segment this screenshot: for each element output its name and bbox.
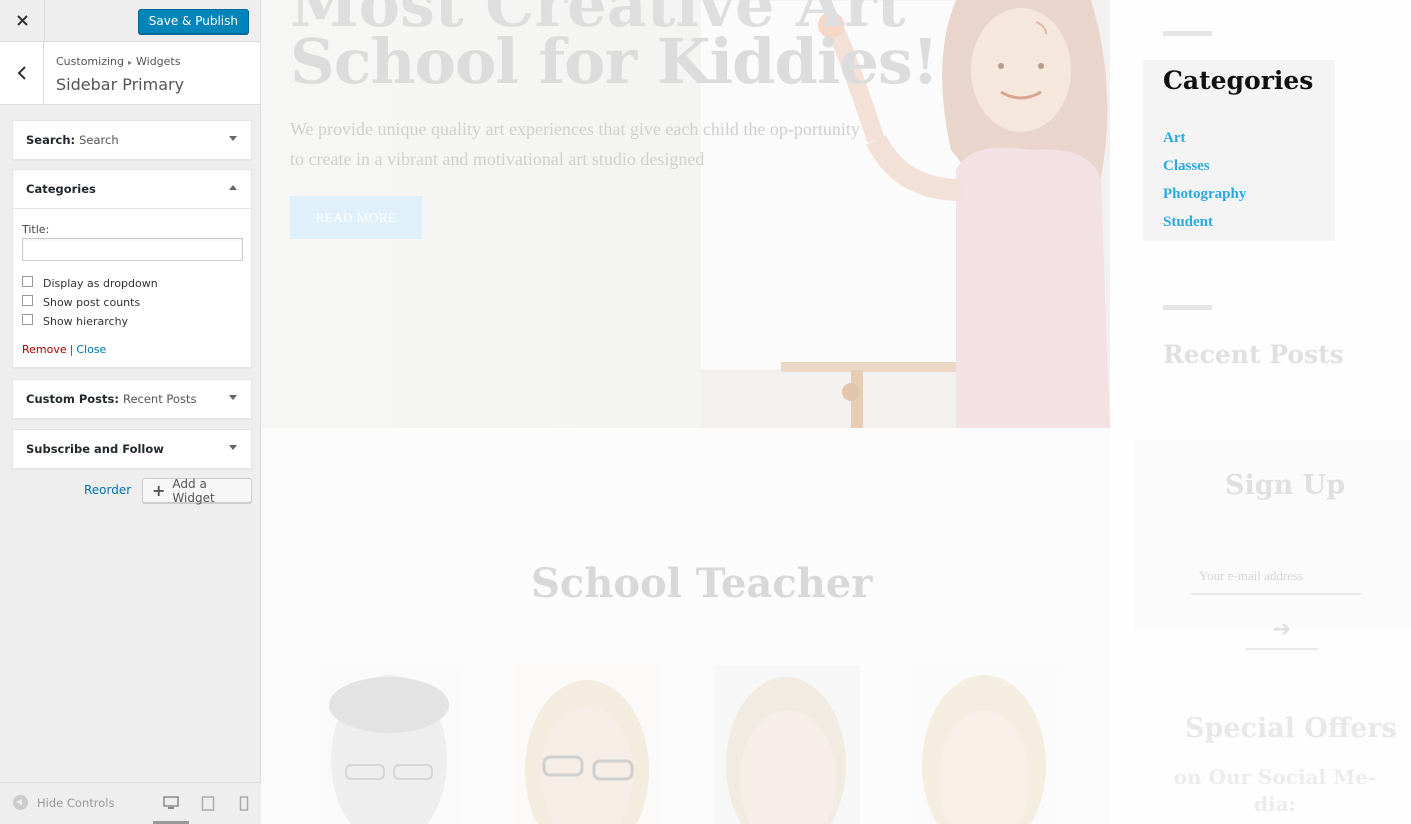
action-separator: | [69, 343, 74, 356]
plus-icon: + [152, 480, 166, 500]
category-link[interactable]: Classes [1163, 158, 1246, 186]
option-display-dropdown[interactable]: Display as dropdown [22, 274, 242, 293]
remove-link[interactable]: Remove [22, 343, 67, 356]
breadcrumb-section: Widgets [136, 55, 181, 68]
mobile-preview-button[interactable] [235, 795, 253, 811]
collapse-arrow-icon[interactable] [229, 185, 237, 190]
checkbox[interactable] [22, 314, 33, 325]
back-button[interactable] [0, 42, 44, 104]
teachers-section-title: School Teacher [531, 560, 873, 607]
breadcrumb: Customizing ▸ Widgets [56, 55, 180, 68]
teacher-photo [713, 665, 860, 824]
category-link[interactable]: Photography [1163, 186, 1246, 214]
signup-widget: Sign Up Your e-mail address ➔ [1135, 440, 1411, 650]
title-input[interactable] [22, 238, 243, 261]
expand-arrow-icon[interactable] [229, 445, 237, 450]
widget-subscribe-follow[interactable]: Subscribe and Follow [12, 429, 252, 469]
recent-posts-title: Recent Posts [1163, 340, 1344, 369]
preview-sidebar: Categories Art Classes Photography Stude… [1110, 0, 1411, 824]
teacher-photo [911, 665, 1058, 824]
options-list: Display as dropdown Show post counts Sho… [22, 274, 242, 331]
widget-search[interactable]: Search: Search [12, 120, 252, 160]
read-more-button[interactable]: READ MORE [290, 196, 422, 239]
widget-actions: Remove | Close [22, 343, 106, 356]
widget-header[interactable]: Search: Search [13, 121, 251, 159]
collapse-arrow-icon [13, 795, 28, 810]
tablet-icon [201, 795, 215, 811]
desktop-preview-button[interactable] [162, 795, 180, 811]
close-customizer-button[interactable] [0, 0, 45, 41]
option-show-post-counts[interactable]: Show post counts [22, 293, 242, 312]
expand-arrow-icon[interactable] [229, 136, 237, 141]
option-show-hierarchy[interactable]: Show hierarchy [22, 312, 242, 331]
close-icon [16, 15, 28, 26]
hero-text: We provide unique quality art experience… [290, 119, 860, 169]
widget-name: Subscribe and Follow [26, 442, 164, 456]
teacher-photo [514, 665, 661, 824]
widget-subtitle: Search [79, 133, 119, 147]
customizer-footer: Hide Controls [0, 782, 261, 824]
expand-arrow-icon[interactable] [229, 395, 237, 400]
widget-header[interactable]: Categories [13, 170, 251, 208]
customizer-header: Save & Publish [0, 0, 260, 42]
close-link[interactable]: Close [76, 343, 106, 356]
checkbox[interactable] [22, 295, 33, 306]
widget-name: Custom Posts: [26, 392, 119, 406]
section-header: Customizing ▸ Widgets Sidebar Primary [0, 42, 260, 105]
categories-title: Categories [1163, 66, 1314, 95]
hero-slider: Most Creative Art School for Kiddies! We… [261, 0, 1110, 428]
widget-name: Categories [26, 182, 96, 196]
option-label: Display as dropdown [43, 277, 158, 290]
category-link[interactable]: Student [1163, 214, 1246, 242]
widget-custom-posts[interactable]: Custom Posts: Recent Posts [12, 379, 252, 419]
add-widget-label: Add a Widget [172, 476, 215, 505]
widget-subtitle: Recent Posts [122, 392, 197, 406]
tablet-preview-button[interactable] [199, 795, 217, 811]
submit-arrow-button[interactable]: ➔ [1246, 610, 1318, 650]
widget-divider [1163, 305, 1212, 310]
add-widget-button[interactable]: + Add a Widget [142, 476, 252, 505]
widget-header[interactable]: Custom Posts: Recent Posts [13, 380, 251, 418]
hero-title-line2: School for Kiddies! [290, 25, 939, 98]
email-field[interactable]: Your e-mail address [1191, 558, 1361, 595]
hide-controls-button[interactable]: Hide Controls [13, 795, 114, 810]
title-label: Title: [22, 223, 50, 236]
option-label: Show hierarchy [43, 315, 129, 328]
customizer-panel: Save & Publish Customizing ▸ Widgets Sideb… [0, 0, 261, 824]
special-offers-subtitle: on Our Social Me-dia: [1173, 765, 1377, 816]
special-offers-title: Special Offers [1185, 713, 1397, 744]
breadcrumb-separator: ▸ [127, 58, 132, 67]
signup-title: Sign Up [1225, 470, 1346, 501]
site-preview[interactable]: Most Creative Art School for Kiddies! We… [261, 0, 1411, 824]
desktop-icon [163, 796, 179, 809]
categories-list: Art Classes Photography Student [1163, 130, 1246, 242]
chevron-left-icon [17, 66, 26, 80]
section-title: Sidebar Primary [56, 75, 185, 94]
widget-divider [1163, 31, 1212, 36]
checkbox[interactable] [22, 276, 33, 287]
category-link[interactable]: Art [1163, 130, 1246, 158]
save-publish-button[interactable]: Save & Publish [137, 9, 249, 34]
breadcrumb-root: Customizing [56, 55, 124, 68]
widget-categories: Categories Title: Display as dropdown Sh… [12, 169, 252, 368]
hide-controls-label: Hide Controls [37, 795, 115, 810]
arrow-right-icon: ➔ [1272, 616, 1292, 642]
widget-form: Title: Display as dropdown Show post cou… [13, 208, 251, 367]
option-label: Show post counts [43, 296, 141, 309]
categories-widget-preview[interactable]: Categories Art Classes Photography Stude… [1143, 60, 1335, 241]
reorder-link[interactable]: Reorder [84, 483, 131, 497]
widget-header[interactable]: Subscribe and Follow [13, 430, 251, 468]
widget-name: Search: [26, 133, 76, 147]
teacher-photo [316, 665, 463, 824]
mobile-icon [239, 795, 249, 811]
